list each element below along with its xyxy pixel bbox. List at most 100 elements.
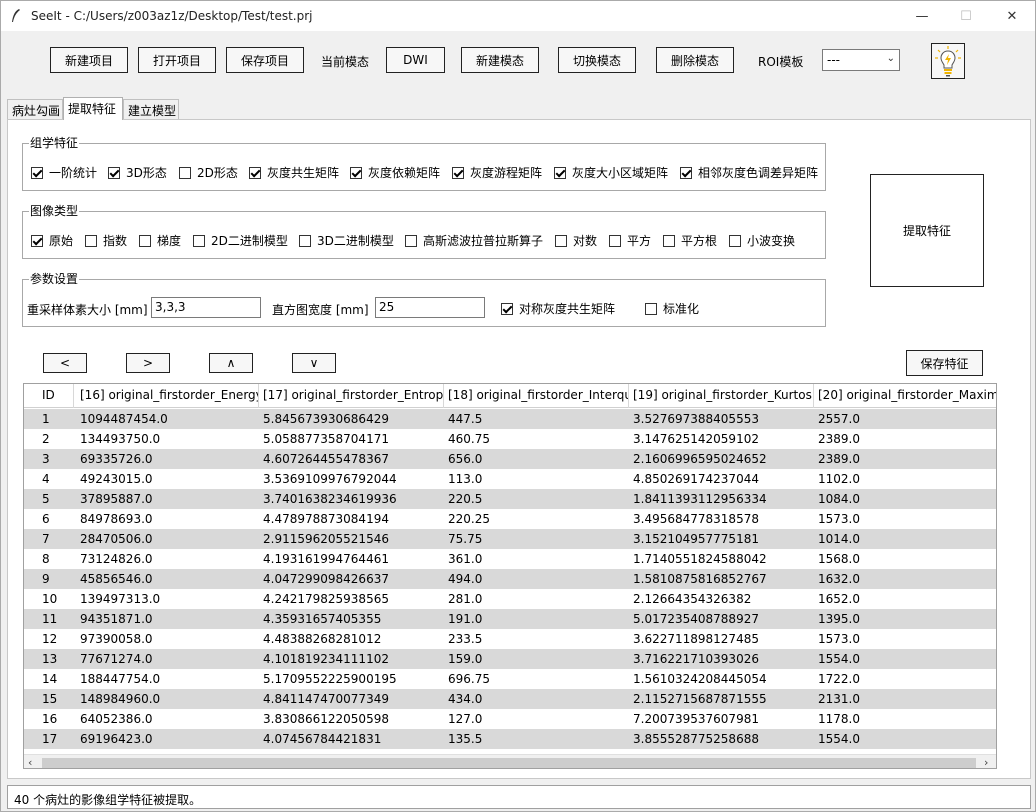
table-cell: 7 bbox=[42, 532, 50, 546]
feature-classes-title: 组学特征 bbox=[29, 136, 80, 150]
tab-extract-features[interactable]: 提取特征 bbox=[63, 97, 123, 120]
switch-modality-button[interactable]: 切换模态 bbox=[558, 47, 636, 73]
table-row[interactable]: 5 37895887.0 3.7401638234619936 220.5 1.8411… bbox=[24, 489, 996, 509]
extract-features-button[interactable]: 提取特征 bbox=[870, 174, 984, 287]
checkbox-box[interactable] bbox=[31, 166, 43, 179]
checkbox-box[interactable] bbox=[179, 166, 191, 179]
checkbox-box[interactable] bbox=[554, 166, 566, 179]
checkbox-box[interactable] bbox=[680, 166, 692, 179]
checkbox-box[interactable] bbox=[555, 234, 567, 247]
image-types-group: 图像类型 原始 指数 梯度 2D二进制模型 3D二进制模型 高斯滤波拉普拉斯算子… bbox=[22, 204, 826, 259]
close-button[interactable]: ✕ bbox=[989, 1, 1035, 31]
checkbox-lbp3d[interactable]: 3D二进制模型 bbox=[299, 232, 394, 249]
table-cell: 3.5369109976792044 bbox=[263, 472, 397, 486]
checkbox-box[interactable] bbox=[108, 166, 120, 179]
open-project-button[interactable]: 打开项目 bbox=[138, 47, 216, 73]
checkbox-logarithm[interactable]: 对数 bbox=[555, 232, 597, 249]
table-row[interactable]: 2 134493750.0 5.058877358704171 460.75 3.147… bbox=[24, 429, 996, 449]
scroll-left-button[interactable]: < bbox=[43, 353, 87, 373]
current-modality-button[interactable]: DWI bbox=[386, 47, 445, 73]
table-row[interactable]: 6 84978693.0 4.478978873084194 220.25 3.4956… bbox=[24, 509, 996, 529]
checkbox-ngtdm[interactable]: 相邻灰度色调差异矩阵 bbox=[680, 164, 818, 181]
checkbox-original[interactable]: 原始 bbox=[31, 232, 73, 249]
checkbox-shape3d[interactable]: 3D形态 bbox=[108, 164, 167, 181]
table-cell: 64052386.0 bbox=[80, 712, 153, 726]
table-row[interactable]: 1 1094487454.0 5.845673930686429 447.5 3.527… bbox=[24, 409, 996, 429]
table-row[interactable]: 13 77671274.0 4.101819234111102 159.0 3.7162… bbox=[24, 649, 996, 669]
checkbox-firstorder[interactable]: 一阶统计 bbox=[31, 164, 97, 181]
column-header[interactable]: ID bbox=[24, 384, 74, 408]
tab-lesion-delineation[interactable]: 病灶勾画 bbox=[7, 99, 63, 119]
table-row[interactable]: 3 69335726.0 4.607264455478367 656.0 2.16069… bbox=[24, 449, 996, 469]
checkbox-shape2d[interactable]: 2D形态 bbox=[179, 164, 238, 181]
checkbox-normalize[interactable]: 标准化 bbox=[645, 300, 699, 317]
table-row[interactable]: 11 94351871.0 4.35931657405355 191.0 5.01723… bbox=[24, 609, 996, 629]
chevron-left-icon[interactable]: ‹ bbox=[28, 756, 32, 768]
bin-width-input[interactable]: 25 bbox=[375, 297, 485, 318]
roi-template-select[interactable]: --- ⌄ bbox=[822, 49, 900, 71]
checkbox-log[interactable]: 高斯滤波拉普拉斯算子 bbox=[405, 232, 543, 249]
checkbox-wavelet[interactable]: 小波变换 bbox=[729, 232, 795, 249]
column-header[interactable]: [17] original_firstorder_Entropy bbox=[259, 384, 444, 408]
checkbox-square[interactable]: 平方 bbox=[609, 232, 651, 249]
checkbox-box[interactable] bbox=[249, 166, 261, 179]
save-project-button[interactable]: 保存项目 bbox=[226, 47, 304, 73]
minimize-button[interactable]: — bbox=[899, 1, 945, 31]
table-row[interactable]: 8 73124826.0 4.193161994764461 361.0 1.71405… bbox=[24, 549, 996, 569]
checkbox-box[interactable] bbox=[645, 302, 657, 315]
checkbox-box[interactable] bbox=[350, 166, 362, 179]
checkbox-glszm[interactable]: 灰度大小区域矩阵 bbox=[554, 164, 668, 181]
checkbox-gldm[interactable]: 灰度依赖矩阵 bbox=[350, 164, 440, 181]
checkbox-box[interactable] bbox=[193, 234, 205, 247]
new-modality-button[interactable]: 新建模态 bbox=[461, 47, 539, 73]
scroll-right-button[interactable]: > bbox=[126, 353, 170, 373]
column-header[interactable]: [20] original_firstorder_Maximum bbox=[814, 384, 996, 408]
lightbulb-button[interactable] bbox=[931, 43, 965, 79]
checkbox-lbp2d[interactable]: 2D二进制模型 bbox=[193, 232, 288, 249]
table-row[interactable]: 7 28470506.0 2.911596205521546 75.75 3.15210… bbox=[24, 529, 996, 549]
table-cell: 494.0 bbox=[448, 572, 483, 586]
checkbox-box[interactable] bbox=[85, 234, 97, 247]
table-cell: 1722.0 bbox=[818, 672, 860, 686]
checkbox-squareroot[interactable]: 平方根 bbox=[663, 232, 717, 249]
title-bar: SeeIt - C:/Users/z003az1z/Desktop/Test/t… bbox=[1, 1, 1035, 31]
table-row[interactable]: 17 69196423.0 4.07456784421831 135.5 3.85552… bbox=[24, 729, 996, 749]
checkbox-exponential[interactable]: 指数 bbox=[85, 232, 127, 249]
scrollbar-thumb[interactable] bbox=[42, 758, 976, 768]
checkbox-box[interactable] bbox=[663, 234, 675, 247]
table-row[interactable]: 14 188447754.0 5.1709552225900195 696.75 1.5… bbox=[24, 669, 996, 689]
maximize-button[interactable]: ☐ bbox=[943, 1, 989, 31]
table-cell: 1014.0 bbox=[818, 532, 860, 546]
features-table[interactable]: ID [16] original_firstorder_Energy [17] … bbox=[23, 383, 997, 769]
checkbox-box[interactable] bbox=[31, 234, 43, 247]
checkbox-gradient[interactable]: 梯度 bbox=[139, 232, 181, 249]
save-features-button[interactable]: 保存特征 bbox=[906, 350, 983, 376]
horizontal-scrollbar[interactable]: ‹ › bbox=[24, 754, 996, 768]
delete-modality-button[interactable]: 删除模态 bbox=[656, 47, 734, 73]
column-header[interactable]: [18] original_firstorder_Interquartile bbox=[444, 384, 629, 408]
scroll-up-button[interactable]: ∧ bbox=[209, 353, 253, 373]
checkbox-symmetric-glcm[interactable]: 对称灰度共生矩阵 bbox=[501, 300, 615, 317]
checkbox-glrlm[interactable]: 灰度游程矩阵 bbox=[452, 164, 542, 181]
column-header[interactable]: [16] original_firstorder_Energy bbox=[74, 384, 259, 408]
checkbox-box[interactable] bbox=[729, 234, 741, 247]
table-row[interactable]: 10 139497313.0 4.242179825938565 281.0 2.126… bbox=[24, 589, 996, 609]
scroll-down-button[interactable]: ∨ bbox=[292, 353, 336, 373]
tab-build-model[interactable]: 建立模型 bbox=[123, 99, 179, 119]
new-project-button[interactable]: 新建项目 bbox=[50, 47, 128, 73]
checkbox-box[interactable] bbox=[405, 234, 417, 247]
checkbox-box[interactable] bbox=[501, 302, 513, 315]
checkbox-glcm[interactable]: 灰度共生矩阵 bbox=[249, 164, 339, 181]
chevron-right-icon[interactable]: › bbox=[984, 756, 988, 768]
table-row[interactable]: 4 49243015.0 3.5369109976792044 113.0 4.8502… bbox=[24, 469, 996, 489]
table-row[interactable]: 9 45856546.0 4.047299098426637 494.0 1.58108… bbox=[24, 569, 996, 589]
table-row[interactable]: 15 148984960.0 4.841147470077349 434.0 2.115… bbox=[24, 689, 996, 709]
table-row[interactable]: 16 64052386.0 3.830866122050598 127.0 7.2007… bbox=[24, 709, 996, 729]
table-row[interactable]: 12 97390058.0 4.48388268281012 233.5 3.62271… bbox=[24, 629, 996, 649]
checkbox-box[interactable] bbox=[139, 234, 151, 247]
checkbox-box[interactable] bbox=[609, 234, 621, 247]
resample-input[interactable]: 3,3,3 bbox=[151, 297, 261, 318]
column-header[interactable]: [19] original_firstorder_Kurtosis bbox=[629, 384, 814, 408]
checkbox-box[interactable] bbox=[299, 234, 311, 247]
checkbox-box[interactable] bbox=[452, 166, 464, 179]
